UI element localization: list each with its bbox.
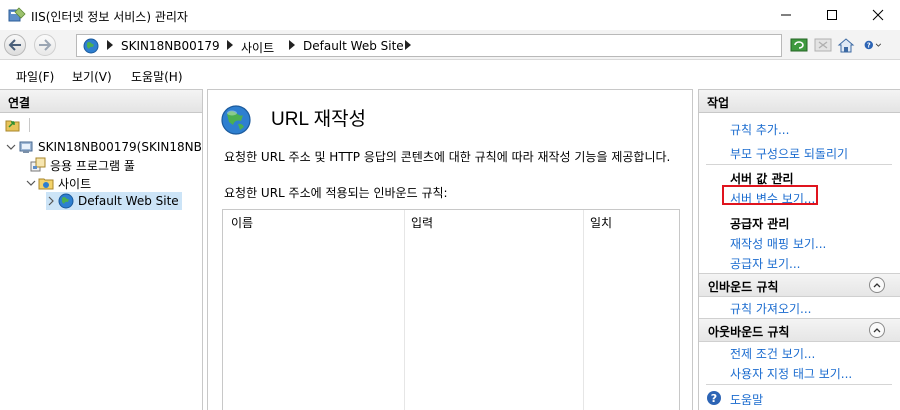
tree-label-default-site: Default Web Site <box>78 194 179 208</box>
menu-help[interactable]: 도움말(H) <box>131 68 183 85</box>
title-bar: IIS(인터넷 정보 서비스) 관리자 <box>0 0 900 30</box>
inbound-rules-section-label: 인바운드 규칙 <box>708 280 779 294</box>
app-pool-icon <box>30 157 46 172</box>
close-icon <box>872 9 884 21</box>
page-description: 요청한 URL 주소 및 HTTP 응답의 콘텐츠에 대한 규칙에 따라 재작성… <box>224 150 671 164</box>
column-divider <box>404 210 405 410</box>
import-rules-link[interactable]: 규칙 가져오기... <box>730 300 812 317</box>
connections-header: 연결 <box>0 90 202 113</box>
collapsed-chevron-icon[interactable] <box>46 196 56 206</box>
view-providers-link[interactable]: 공급자 보기... <box>730 255 800 272</box>
expanded-chevron-icon[interactable] <box>26 178 36 188</box>
refresh-icon[interactable] <box>790 37 808 53</box>
breadcrumb-sites[interactable]: 사이트 <box>241 39 274 56</box>
back-button[interactable] <box>4 34 26 56</box>
url-rewrite-globe-icon <box>221 105 251 135</box>
address-bar[interactable]: SKIN18NB00179 사이트 Default Web Site <box>76 34 782 57</box>
inbound-rules-section[interactable]: 인바운드 규칙 <box>699 273 900 297</box>
tree-item-default-site[interactable]: Default Web Site <box>46 192 182 210</box>
column-header-match[interactable]: 일치 <box>590 214 612 231</box>
column-divider <box>583 210 584 410</box>
view-preconditions-link[interactable]: 전제 조건 보기... <box>730 345 815 362</box>
separator <box>706 384 892 385</box>
expanded-chevron-icon[interactable] <box>6 142 16 152</box>
tree-item-server[interactable]: SKIN18NB00179(SKIN18NB <box>6 138 202 156</box>
menu-view[interactable]: 보기(V) <box>72 68 112 85</box>
minimize-icon <box>781 14 791 16</box>
globe-icon <box>83 38 99 54</box>
outbound-rules-section[interactable]: 아웃바운드 규칙 <box>699 318 900 342</box>
breadcrumb-server[interactable]: SKIN18NB00179 <box>121 39 220 53</box>
forward-button[interactable] <box>34 34 56 56</box>
providers-group-label: 공급자 관리 <box>730 217 790 231</box>
maximize-button[interactable] <box>809 0 855 30</box>
actions-header: 작업 <box>699 90 900 113</box>
toolbar-divider <box>29 118 30 132</box>
tree-label-server: SKIN18NB00179(SKIN18NB <box>38 140 202 154</box>
help-icon: ? <box>707 391 721 405</box>
breadcrumb-arrow-icon <box>405 40 411 50</box>
collapse-button[interactable] <box>869 277 885 293</box>
iis-app-icon <box>8 7 26 22</box>
navigation-bar: SKIN18NB00179 사이트 Default Web Site ? <box>0 30 900 60</box>
breadcrumb-arrow-icon <box>227 40 233 50</box>
inbound-rules-table[interactable]: 이름 입력 일치 <box>222 209 680 410</box>
view-custom-tags-link[interactable]: 사용자 지정 태그 보기... <box>730 365 852 382</box>
close-button[interactable] <box>855 0 900 30</box>
actions-panel: 작업 규칙 추가... 부모 구성으로 되돌리기 서버 값 관리 서버 변수 보… <box>698 89 900 410</box>
minimize-button[interactable] <box>763 0 809 30</box>
menu-file[interactable]: 파일(F) <box>16 68 54 85</box>
column-header-name[interactable]: 이름 <box>231 214 253 231</box>
help-dropdown-icon[interactable]: ? <box>864 37 882 53</box>
menu-bar: 파일(F) 보기(V) 도움말(H) <box>0 61 900 87</box>
chevron-up-icon <box>873 283 881 288</box>
help-link[interactable]: 도움말 <box>730 391 763 408</box>
tree-item-sites[interactable]: 사이트 <box>26 174 91 192</box>
tree-label-app-pools: 응용 프로그램 풀 <box>50 158 135 173</box>
open-folder-icon[interactable] <box>5 118 21 132</box>
stop-icon[interactable] <box>814 37 832 53</box>
url-rewrite-panel: URL 재작성 요청한 URL 주소 및 HTTP 응답의 콘텐츠에 대한 규칙… <box>207 89 693 410</box>
back-arrow-icon <box>8 39 21 51</box>
revert-to-parent-link[interactable]: 부모 구성으로 되돌리기 <box>730 145 848 162</box>
server-icon <box>19 141 33 153</box>
collapse-button[interactable] <box>869 322 885 338</box>
svg-text:?: ? <box>711 392 717 405</box>
home-icon[interactable] <box>837 37 855 53</box>
breadcrumb-default-site[interactable]: Default Web Site <box>303 39 404 53</box>
page-title: URL 재작성 <box>271 109 367 130</box>
svg-text:?: ? <box>867 41 871 49</box>
breadcrumb-arrow-icon <box>289 40 295 50</box>
outbound-rules-section-label: 아웃바운드 규칙 <box>708 325 790 339</box>
chevron-up-icon <box>873 328 881 333</box>
add-rule-link[interactable]: 규칙 추가... <box>730 121 789 138</box>
forward-arrow-icon <box>39 39 52 51</box>
window-title: IIS(인터넷 정보 서비스) 관리자 <box>31 10 188 24</box>
separator <box>706 164 892 165</box>
inbound-rules-label: 요청한 URL 주소에 적용되는 인바운드 규칙: <box>224 186 448 200</box>
connections-toolbar <box>0 114 203 136</box>
tree-label-sites: 사이트 <box>58 176 92 191</box>
sites-folder-icon <box>38 178 54 190</box>
highlight-box <box>722 185 818 205</box>
breadcrumb-arrow-icon <box>107 40 113 50</box>
column-header-input[interactable]: 입력 <box>411 214 433 231</box>
connections-panel: 연결 SKIN18NB00179(SKIN18NB 응용 프로그램 풀 사이트 <box>0 89 203 410</box>
tree-item-app-pools[interactable]: 응용 프로그램 풀 <box>30 156 135 174</box>
view-rewrite-maps-link[interactable]: 재작성 매핑 보기... <box>730 235 826 252</box>
website-globe-icon <box>58 193 74 209</box>
maximize-icon <box>827 10 837 20</box>
